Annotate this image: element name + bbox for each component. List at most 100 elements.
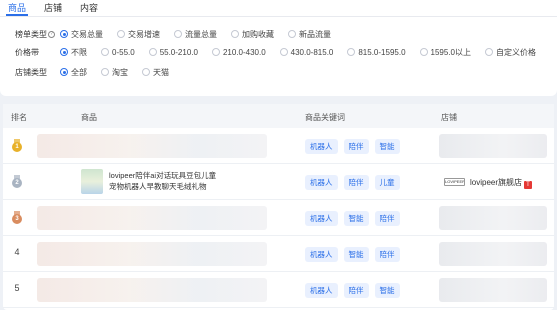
- shop-type-option[interactable]: 天猫: [142, 67, 169, 78]
- table-row[interactable]: 1 机器人 陪伴 智能: [3, 128, 554, 164]
- keyword-tag[interactable]: 机器人: [305, 175, 338, 190]
- price-band-option-label: 210.0-430.0: [222, 47, 266, 57]
- bronze-medal-icon: 3: [12, 211, 22, 225]
- blurred-product: [37, 278, 267, 302]
- keyword-tags: 机器人 智能 陪伴: [305, 247, 406, 262]
- radio-icon[interactable]: [174, 30, 182, 38]
- gold-medal-icon: 1: [12, 139, 22, 153]
- price-band-option[interactable]: 0-55.0: [101, 47, 135, 58]
- radio-icon[interactable]: [60, 30, 68, 38]
- shop-type-filter: 店铺类型 全部 淘宝 天猫: [15, 66, 183, 78]
- keyword-tag[interactable]: 机器人: [305, 283, 338, 298]
- help-icon[interactable]: ?: [48, 30, 55, 38]
- medal-number: 1: [12, 142, 22, 152]
- price-band-option[interactable]: 55.0-210.0: [148, 47, 198, 58]
- ranking-type-options: 交易总量 交易增速 流量总量 加购收藏 新品流量: [60, 29, 345, 40]
- keyword-tag[interactable]: 机器人: [305, 211, 338, 226]
- ranking-type-option[interactable]: 新品流量: [288, 29, 331, 40]
- table-row[interactable]: 2 lovipeer陪伴ai对话玩具豆包儿童宠物机器人早教聊天毛绒礼物 机器人 陪伴儿…: [3, 164, 554, 200]
- blurred-shop: [439, 134, 547, 158]
- shop-type-label: 店铺类型: [15, 67, 47, 77]
- blurred-shop: [439, 278, 547, 302]
- tab-content[interactable]: 内容: [72, 0, 108, 16]
- price-band-option[interactable]: 430.0-815.0: [279, 47, 333, 58]
- price-band-option[interactable]: 815.0-1595.0: [347, 47, 406, 58]
- radio-icon[interactable]: [211, 48, 220, 56]
- ranking-type-option-label: 流量总量: [185, 29, 217, 39]
- radio-icon[interactable]: [101, 48, 109, 56]
- radio-icon[interactable]: [419, 48, 428, 56]
- product-thumbnail[interactable]: [81, 169, 103, 194]
- keyword-tag[interactable]: 机器人: [305, 139, 338, 154]
- blurred-product: [37, 134, 267, 158]
- table-row[interactable]: 3 机器人 智能 陪伴: [3, 200, 554, 236]
- radio-icon[interactable]: [484, 48, 493, 56]
- blurred-shop: [439, 206, 547, 230]
- keyword-tag[interactable]: 陪伴: [343, 283, 369, 298]
- keyword-tag[interactable]: 陪伴: [343, 175, 369, 190]
- keyword-tags: 机器人 陪伴 智能: [305, 139, 406, 154]
- ranking-type-option-label: 新品流量: [299, 29, 331, 39]
- ranking-type-option[interactable]: 加购收藏: [231, 29, 274, 40]
- medal-number: 2: [12, 178, 22, 188]
- keyword-tag[interactable]: 机器人: [305, 247, 338, 262]
- radio-icon[interactable]: [231, 30, 239, 38]
- keyword-tag[interactable]: 陪伴: [343, 139, 369, 154]
- keyword-tag[interactable]: 儿童: [374, 175, 400, 190]
- price-band-filter: 价格带 不限 0-55.0 55.0-210.0 210.0-430.0 430.0-8…: [15, 46, 550, 58]
- price-band-option[interactable]: 自定义价格: [484, 47, 536, 58]
- ranking-type-option[interactable]: 交易增速: [117, 29, 160, 40]
- keyword-tag[interactable]: 智能: [343, 247, 369, 262]
- radio-icon[interactable]: [279, 48, 288, 56]
- radio-icon[interactable]: [142, 68, 150, 76]
- tmall-icon: T: [524, 181, 533, 189]
- price-band-option[interactable]: 不限: [60, 47, 87, 58]
- price-band-option[interactable]: 210.0-430.0: [211, 47, 266, 58]
- ranking-type-option[interactable]: 流量总量: [174, 29, 217, 40]
- radio-icon[interactable]: [347, 48, 356, 56]
- price-band-options: 不限 0-55.0 55.0-210.0 210.0-430.0 430.0-815.0…: [60, 47, 550, 58]
- shop-name-text[interactable]: lovipeer旗舰店: [470, 178, 522, 187]
- radio-icon[interactable]: [288, 30, 296, 38]
- header-product: 商品: [81, 113, 97, 122]
- ranking-type-label: 榜单类型 ?: [15, 29, 60, 40]
- radio-icon[interactable]: [60, 68, 68, 76]
- tab-products[interactable]: 商品: [0, 0, 36, 16]
- shop-type-options: 全部 淘宝 天猫: [60, 67, 183, 78]
- table-row[interactable]: 4 机器人 智能 陪伴: [3, 236, 554, 272]
- radio-icon[interactable]: [60, 48, 68, 56]
- ranking-type-option-label: 加购收藏: [242, 29, 274, 39]
- rank-number: 4: [14, 247, 20, 257]
- keyword-tag[interactable]: 陪伴: [374, 247, 400, 262]
- shop-type-option[interactable]: 淘宝: [101, 67, 128, 78]
- keyword-tag[interactable]: 陪伴: [374, 211, 400, 226]
- header-keywords: 商品关键词: [305, 113, 345, 122]
- keyword-tag[interactable]: 智能: [343, 211, 369, 226]
- shop-type-option[interactable]: 全部: [60, 67, 87, 78]
- rank-number: 5: [14, 283, 20, 293]
- price-band-option[interactable]: 1595.0以上: [419, 47, 471, 58]
- ranking-type-option-label: 交易增速: [128, 29, 160, 39]
- blurred-product: [37, 206, 267, 230]
- price-band-option-label: 1595.0以上: [430, 47, 471, 57]
- ranking-type-label-text: 榜单类型: [15, 29, 47, 39]
- table-row[interactable]: 5 机器人 陪伴 智能: [3, 272, 554, 308]
- blurred-product: [37, 242, 267, 266]
- silver-medal-icon: 2: [12, 175, 22, 189]
- header-rank: 排名: [11, 113, 27, 122]
- shop-type-option-label: 天猫: [153, 67, 169, 77]
- keyword-tag[interactable]: 智能: [374, 283, 400, 298]
- radio-icon[interactable]: [101, 68, 109, 76]
- keyword-tag[interactable]: 智能: [374, 139, 400, 154]
- radio-icon[interactable]: [117, 30, 125, 38]
- tab-shops[interactable]: 店铺: [36, 0, 72, 16]
- ranking-type-option-label: 交易总量: [71, 29, 103, 39]
- shop-name[interactable]: lovipeer旗舰店 T: [470, 177, 533, 189]
- price-band-option-label: 不限: [71, 47, 87, 57]
- ranking-type-option[interactable]: 交易总量: [60, 29, 103, 40]
- radio-icon[interactable]: [148, 48, 157, 56]
- medal-number: 3: [12, 214, 22, 224]
- price-band-label: 价格带: [15, 47, 39, 57]
- keyword-tags: 机器人 陪伴 智能: [305, 283, 406, 298]
- product-title[interactable]: lovipeer陪伴ai对话玩具豆包儿童宠物机器人早教聊天毛绒礼物: [109, 170, 219, 192]
